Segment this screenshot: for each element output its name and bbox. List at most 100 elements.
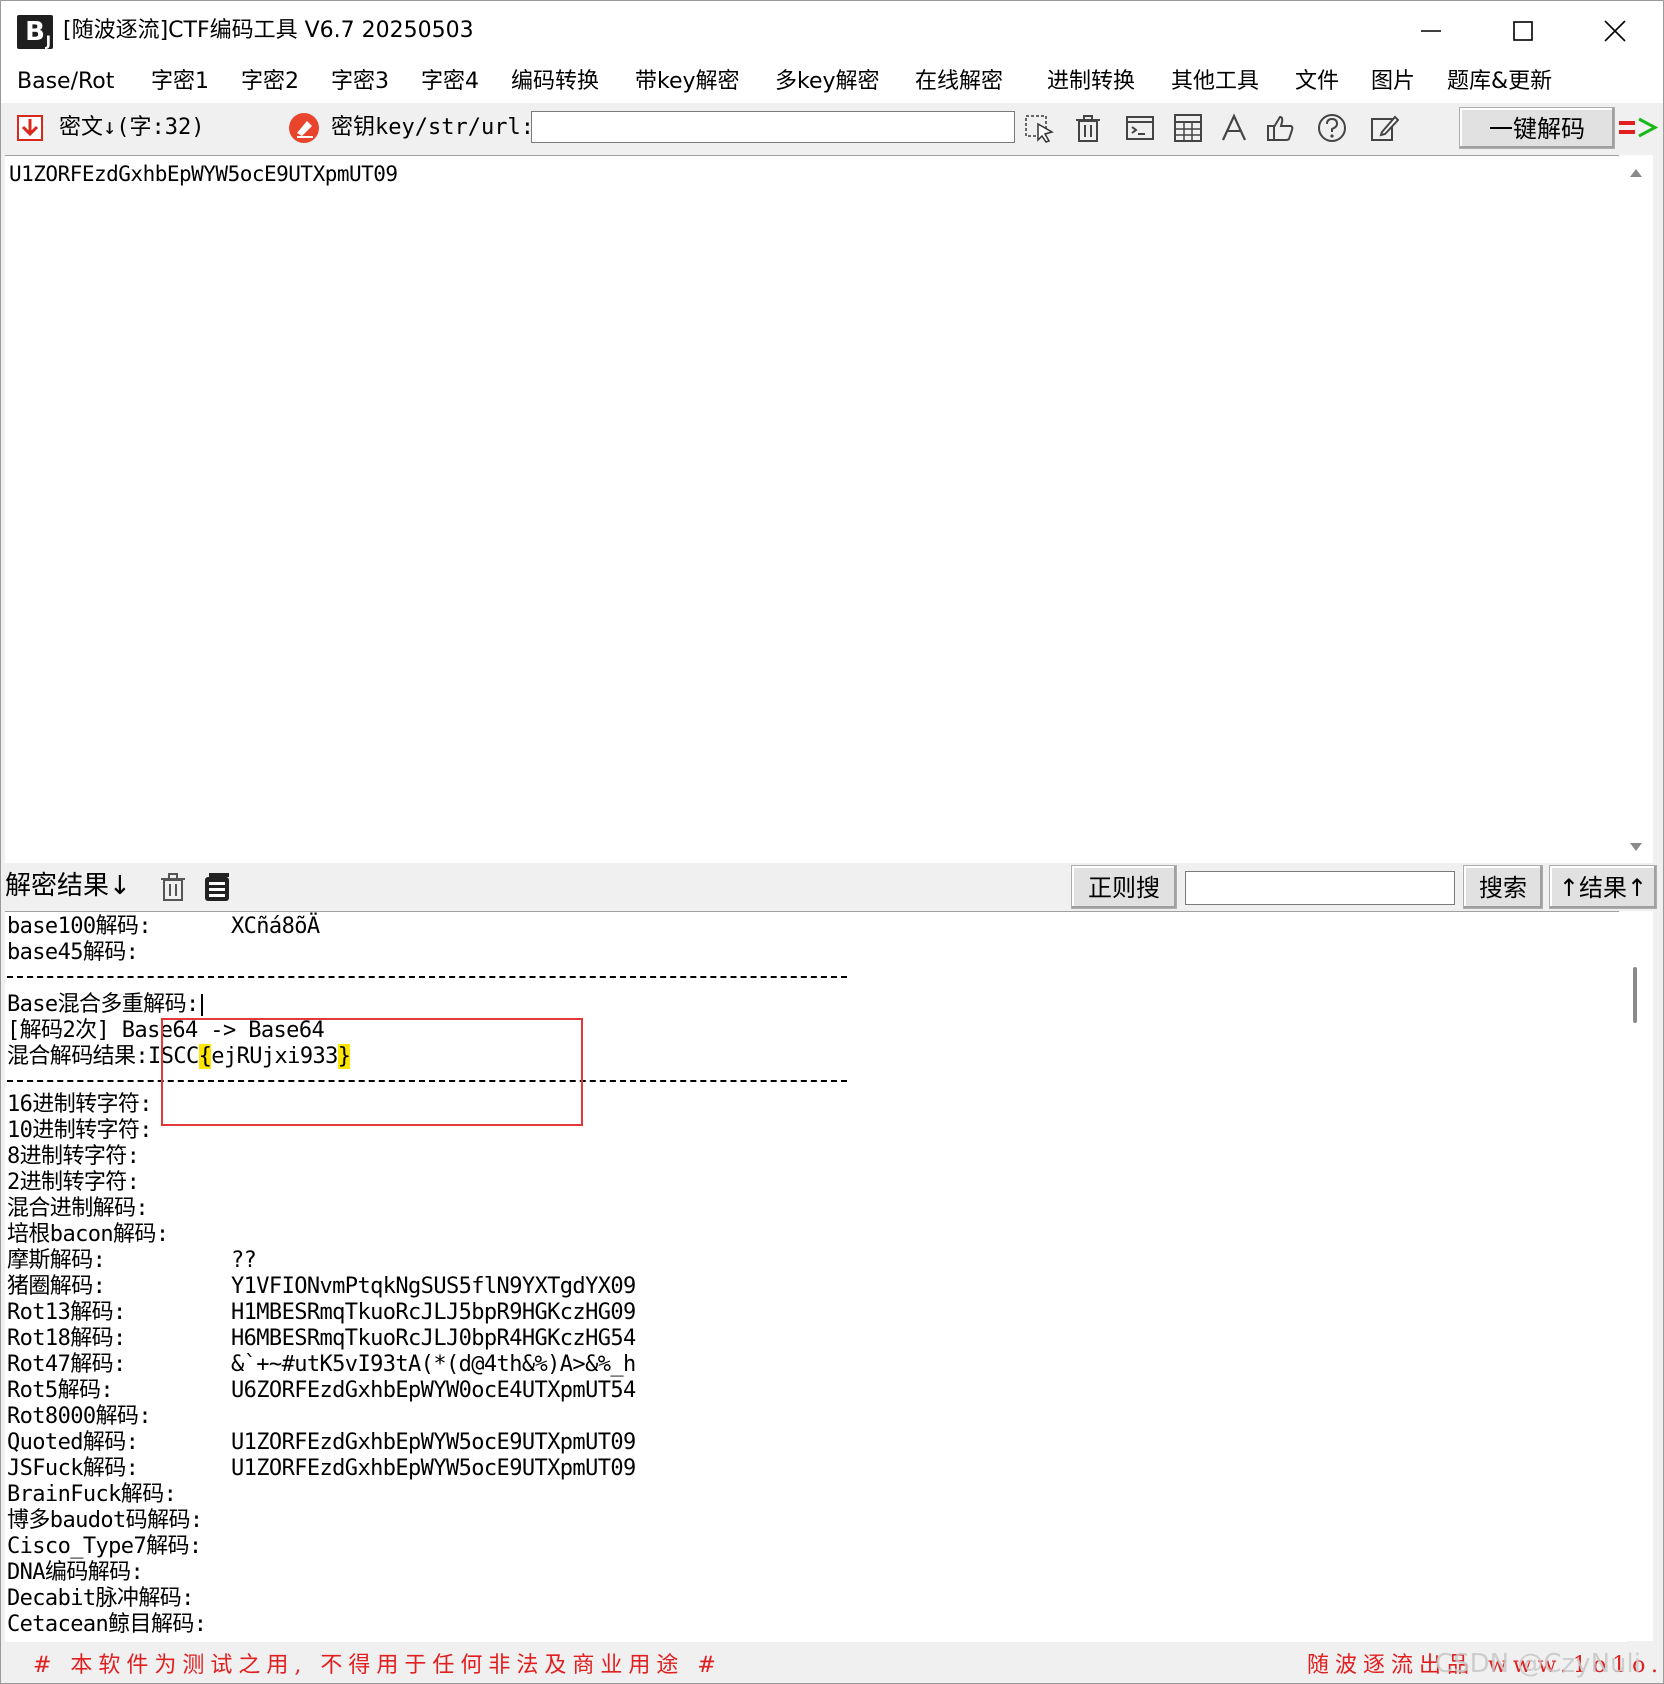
result-label: 猪圈解码:: [7, 1274, 106, 1299]
menu-encode-convert[interactable]: 编码转换: [511, 67, 599, 97]
scrollbar-arrows-icon: [1630, 169, 1642, 851]
trash-icon[interactable]: [1071, 111, 1105, 145]
result-value: U1ZORFEzdGxhbEpWYW5ocE9UTXpmUT09: [231, 1430, 636, 1455]
text-cursor: [200, 994, 203, 1016]
result-label: Decabit脉冲解码:: [7, 1586, 194, 1611]
mixed-result-label: 混合解码结果:: [7, 1044, 149, 1069]
cipher-label: 密文↓(字:32): [59, 115, 205, 140]
thumbs-up-icon[interactable]: [1263, 111, 1297, 145]
result-label: Rot8000解码:: [7, 1404, 152, 1429]
status-bar: # 本软件为测试之用, 不得用于任何非法及商业用途 # 随波逐流出品 www.1…: [1, 1645, 1663, 1683]
result-label: 博多baudot码解码:: [7, 1508, 203, 1533]
result-label: BrainFuck解码:: [7, 1482, 177, 1507]
window-title: [随波逐流]CTF编码工具 V6.7 20250503: [63, 18, 474, 43]
key-input[interactable]: [531, 111, 1015, 143]
menu-library-update[interactable]: 题库&更新: [1447, 67, 1552, 97]
menu-bar: Base/Rot 字密1 字密2 字密3 字密4 编码转换 带key解密 多ke…: [1, 61, 1663, 103]
watermark: CSDN @CzyNuli: [1435, 1649, 1641, 1679]
regex-search-button[interactable]: 正则搜: [1071, 865, 1177, 909]
mixed-result-line: 混合解码结果:ISCC{ejRUjxi933}: [7, 1044, 351, 1070]
status-disclaimer: # 本软件为测试之用, 不得用于任何非法及商业用途 #: [33, 1653, 722, 1678]
key-label: 密钥key/str/url:: [331, 115, 534, 140]
result-label: JSFuck解码:: [7, 1456, 139, 1481]
search-input[interactable]: [1185, 871, 1455, 905]
menu-zimi4[interactable]: 字密4: [421, 67, 479, 97]
menu-zimi3[interactable]: 字密3: [331, 67, 389, 97]
result-label: Cisco_Type7解码:: [7, 1534, 202, 1559]
maximize-icon: [1513, 21, 1533, 41]
result-scrollbar[interactable]: [1619, 911, 1653, 1641]
close-icon: [1604, 20, 1626, 42]
minimize-icon: [1421, 30, 1441, 32]
eraser-icon[interactable]: [287, 111, 321, 145]
result-label: Rot13解码:: [7, 1300, 126, 1325]
cipher-textarea[interactable]: U1ZORFEzdGxhbEpWYW5ocE9UTXpmUT09: [5, 155, 1627, 864]
cursor-select-icon[interactable]: [1023, 111, 1057, 145]
menu-other-tools[interactable]: 其他工具: [1171, 67, 1259, 97]
result-label: Cetacean鲸目解码:: [7, 1612, 207, 1637]
result-label: Rot5解码:: [7, 1378, 114, 1403]
minimize-button[interactable]: [1385, 1, 1477, 61]
arrow-right-icon[interactable]: [1617, 113, 1661, 143]
result-label-base100: base100解码:: [7, 914, 152, 939]
result-label: 2进制转字符:: [7, 1170, 140, 1195]
menu-zimi1[interactable]: 字密1: [151, 67, 209, 97]
result-label-base45: base45解码:: [7, 940, 139, 965]
result-label: 8进制转字符:: [7, 1144, 140, 1169]
divider: [7, 976, 847, 978]
app-logo-icon: BJ: [17, 15, 53, 49]
edit-icon[interactable]: [1367, 111, 1401, 145]
result-label: Rot47解码:: [7, 1352, 126, 1377]
result-label: 16进制转字符:: [7, 1092, 153, 1117]
result-line-base45: base45解码:: [7, 940, 139, 966]
search-button[interactable]: 搜索: [1463, 865, 1543, 909]
font-icon[interactable]: [1217, 111, 1251, 145]
result-label: 解密结果↓: [5, 871, 131, 901]
close-button[interactable]: [1569, 1, 1661, 61]
result-label: 培根bacon解码:: [7, 1222, 169, 1247]
title-bar[interactable]: BJ [随波逐流]CTF编码工具 V6.7 20250503: [1, 1, 1663, 61]
menu-zimi2[interactable]: 字密2: [241, 67, 299, 97]
menu-file[interactable]: 文件: [1295, 67, 1339, 97]
result-up-button[interactable]: ↑结果↑: [1549, 865, 1657, 909]
result-label: Quoted解码:: [7, 1430, 139, 1455]
clear-result-icon[interactable]: [157, 871, 189, 907]
result-value: ??: [231, 1248, 257, 1273]
result-label: 混合进制解码:: [7, 1196, 149, 1221]
result-textarea[interactable]: base100解码: XCñá8õÄ base45解码: Base混合多重解码:…: [5, 911, 1627, 1642]
menu-key-decrypt[interactable]: 带key解密: [635, 67, 740, 97]
result-value: Y1VFIONvmPtqkNgSUS5flN9YXTgdYX09: [231, 1274, 636, 1299]
result-value: U6ZORFEzdGxhbEpWYW0ocE4UTXpmUT54: [231, 1378, 636, 1403]
mixed-steps-line: [解码2次] Base64 -> Base64: [7, 1018, 325, 1044]
app-window: BJ [随波逐流]CTF编码工具 V6.7 20250503 Base/Rot …: [0, 0, 1664, 1684]
help-icon[interactable]: [1315, 111, 1349, 145]
result-label: 摩斯解码:: [7, 1248, 106, 1273]
toolbar: 密文↓(字:32) 密钥key/str/url: 一键解码: [1, 103, 1663, 153]
menu-multikey-decrypt[interactable]: 多key解密: [775, 67, 880, 97]
annotation-box: [161, 1018, 583, 1126]
maximize-button[interactable]: [1477, 1, 1569, 61]
menu-online-decrypt[interactable]: 在线解密: [915, 67, 1003, 97]
result-value: &`+~#utK5vI93tA(*(d@4th&%)A>&%_h: [231, 1352, 636, 1377]
result-label: DNA编码解码:: [7, 1560, 144, 1585]
menu-base-rot[interactable]: Base/Rot: [17, 67, 114, 97]
mixed-header: Base混合多重解码:: [7, 992, 199, 1017]
menu-radix-convert[interactable]: 进制转换: [1047, 67, 1135, 97]
result-line-base100: base100解码: XCñá8õÄ: [7, 914, 320, 940]
cipher-scrollbar[interactable]: [1619, 155, 1653, 863]
result-value: H6MBESRmqTkuoRcJLJ0bpR4HGKczHG54: [231, 1326, 636, 1351]
result-label: Rot18解码:: [7, 1326, 126, 1351]
cipher-text: U1ZORFEzdGxhbEpWYW5ocE9UTXpmUT09: [9, 162, 398, 186]
result-value: H1MBESRmqTkuoRcJLJ5bpR9HGKczHG09: [231, 1300, 636, 1325]
result-toolbar: 解密结果↓ 正则搜 搜索 ↑结果↑: [1, 863, 1663, 911]
scrollbar-thumb[interactable]: [1633, 967, 1637, 1023]
calculator-icon[interactable]: [1171, 111, 1205, 145]
result-value: U1ZORFEzdGxhbEpWYW5ocE9UTXpmUT09: [231, 1456, 636, 1481]
mixed-header-line: Base混合多重解码:: [7, 992, 203, 1018]
copy-result-icon[interactable]: [201, 871, 233, 907]
result-label: 10进制转字符:: [7, 1118, 153, 1143]
menu-image[interactable]: 图片: [1371, 67, 1415, 97]
import-cipher-icon[interactable]: [13, 111, 47, 145]
terminal-icon[interactable]: [1123, 111, 1157, 145]
one-click-decode-button[interactable]: 一键解码: [1459, 107, 1615, 149]
